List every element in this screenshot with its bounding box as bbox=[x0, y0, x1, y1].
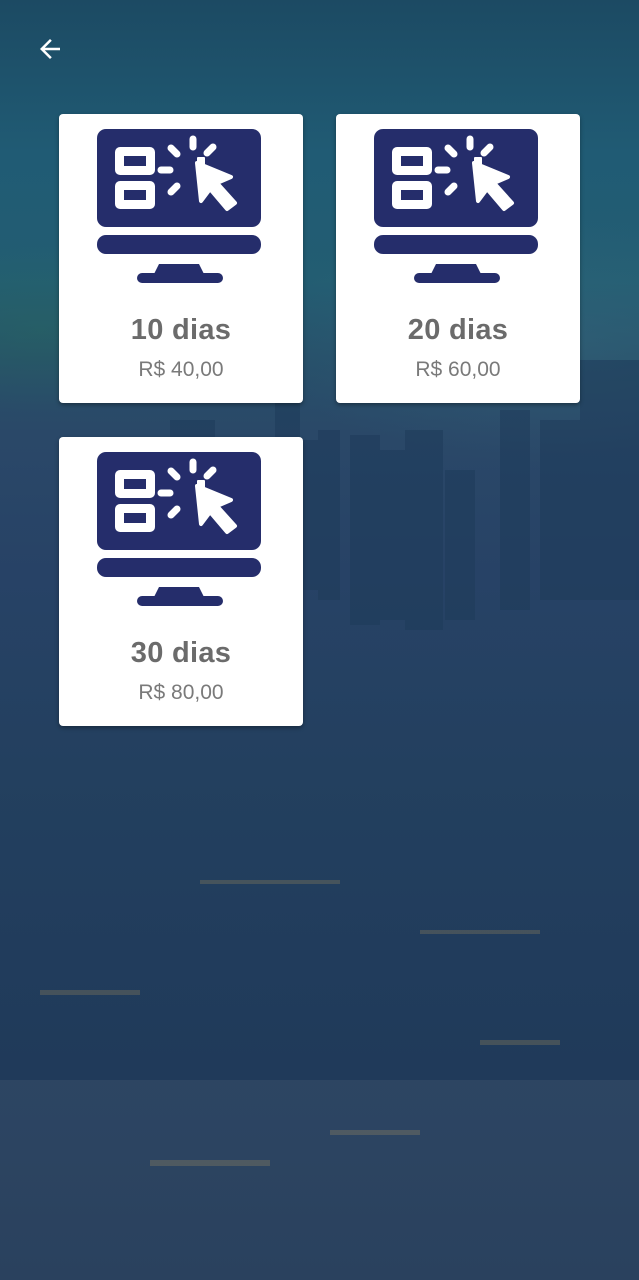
back-button[interactable] bbox=[30, 29, 70, 69]
plan-price: R$ 40,00 bbox=[138, 358, 224, 381]
monitor-qr-click-icon bbox=[97, 452, 261, 606]
plan-price: R$ 60,00 bbox=[415, 358, 501, 381]
plan-card-20-days[interactable]: 20 dias R$ 60,00 bbox=[336, 114, 580, 403]
plan-duration: 10 dias bbox=[130, 314, 232, 346]
plan-duration: 30 dias bbox=[130, 637, 232, 669]
monitor-qr-click-icon bbox=[97, 129, 261, 283]
monitor-qr-click-icon bbox=[374, 129, 538, 283]
plan-card-10-days[interactable]: 10 dias R$ 40,00 bbox=[59, 114, 303, 403]
plan-duration: 20 dias bbox=[407, 314, 509, 346]
plan-price: R$ 80,00 bbox=[138, 681, 224, 704]
arrow-left-icon bbox=[40, 39, 60, 59]
plan-card-30-days[interactable]: 30 dias R$ 80,00 bbox=[59, 437, 303, 726]
